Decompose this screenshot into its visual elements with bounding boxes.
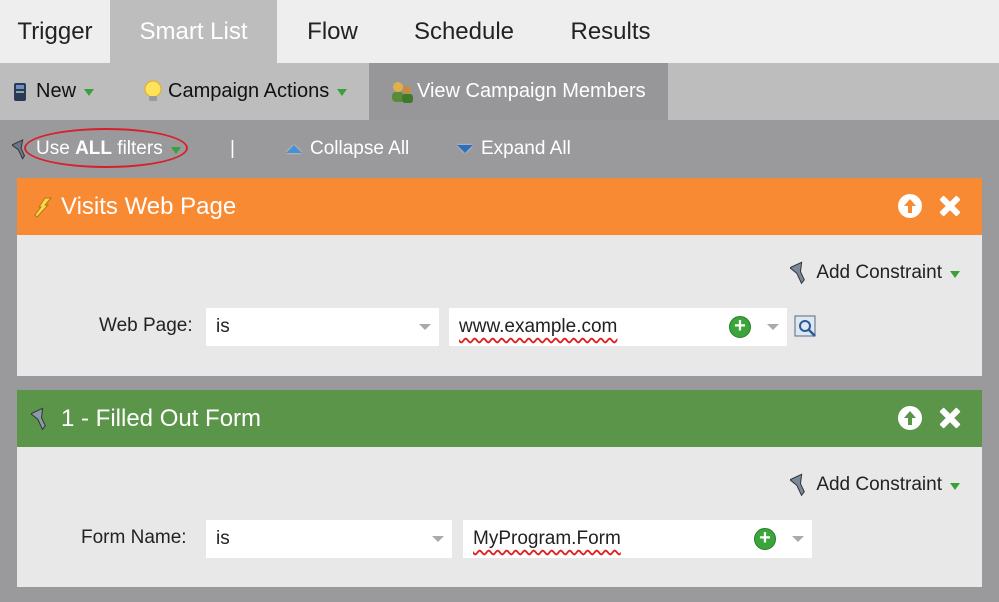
filter-funnel-icon [12,138,34,160]
filter-panel-visits-web-page: Visits Web Page Add Constraint Web Page:… [17,178,982,376]
chevron-down-icon [950,483,960,490]
separator: | [230,138,235,160]
lookup-icon[interactable] [794,315,818,339]
chevron-down-icon [171,147,181,154]
arrow-up-icon [898,406,922,430]
form-name-field-label: Form Name: [81,527,187,549]
trigger-bolt-icon [31,195,55,219]
document-icon [12,82,28,102]
use-filters-label: Use ALL filters [36,138,163,160]
expand-all-label: Expand All [481,138,571,160]
filter-funnel-icon [790,261,812,285]
chevron-down-icon [84,89,94,96]
filter-title: Visits Web Page [61,193,236,221]
collapse-all-button[interactable]: Collapse All [286,138,409,160]
view-campaign-members-button[interactable]: View Campaign Members [369,63,668,120]
add-value-icon[interactable]: + [729,316,751,338]
tab-schedule[interactable]: Schedule [388,0,540,63]
web-page-value-input[interactable]: www.example.com + [449,308,787,346]
view-campaign-members-label: View Campaign Members [417,80,646,103]
add-constraint-button[interactable]: Add Constraint [790,261,960,285]
operator-value: is [216,316,230,338]
tab-smart-list[interactable]: Smart List [110,0,277,63]
form-name-operator-select[interactable]: is [206,520,452,558]
filter-logic-dropdown[interactable]: Use ALL filters [12,138,181,160]
web-page-field-label: Web Page: [99,315,193,337]
operator-value: is [216,528,230,550]
chevron-down-icon[interactable] [767,324,779,330]
campaign-actions-label: Campaign Actions [168,80,329,103]
tab-results[interactable]: Results [540,0,681,63]
chevron-down-icon [432,536,444,542]
campaign-actions-menu-button[interactable]: Campaign Actions [122,63,369,120]
chevron-down-icon [950,271,960,278]
filter-funnel-icon [31,407,53,431]
web-page-value: www.example.com [459,316,701,338]
filter-options-bar: Use ALL filters | Collapse All Expand Al… [0,120,999,178]
arrow-up-icon [898,194,922,218]
lightbulb-icon [144,80,162,104]
new-menu-button[interactable]: New [0,63,122,120]
add-value-icon[interactable]: + [754,528,776,550]
move-up-button[interactable] [898,194,922,218]
form-name-value: MyProgram.Form [473,528,731,550]
web-page-operator-select[interactable]: is [206,308,439,346]
expand-arrow-icon [457,145,473,153]
chevron-down-icon [337,89,347,96]
filter-header: 1 - Filled Out Form [17,390,982,447]
toolbar: New Campaign Actions View Campaign Membe… [0,63,999,120]
remove-filter-button[interactable] [938,406,962,430]
collapse-arrow-icon [286,145,302,153]
tab-flow[interactable]: Flow [277,0,388,63]
filter-title: 1 - Filled Out Form [61,405,261,433]
collapse-all-label: Collapse All [310,138,409,160]
expand-all-button[interactable]: Expand All [457,138,571,160]
add-constraint-label: Add Constraint [816,262,942,284]
tab-trigger[interactable]: Trigger [0,0,110,63]
new-label: New [36,80,76,103]
move-up-button[interactable] [898,406,922,430]
chevron-down-icon [419,324,431,330]
remove-filter-button[interactable] [938,194,962,218]
filter-header: Visits Web Page [17,178,982,235]
tab-bar: Trigger Smart List Flow Schedule Results [0,0,999,63]
form-name-value-input[interactable]: MyProgram.Form + [463,520,812,558]
add-constraint-button[interactable]: Add Constraint [790,473,960,497]
add-constraint-label: Add Constraint [816,474,942,496]
filter-funnel-icon [790,473,812,497]
chevron-down-icon[interactable] [792,536,804,542]
filter-panel-filled-out-form: 1 - Filled Out Form Add Constraint Form … [17,390,982,587]
campaign-members-icon [389,80,415,104]
